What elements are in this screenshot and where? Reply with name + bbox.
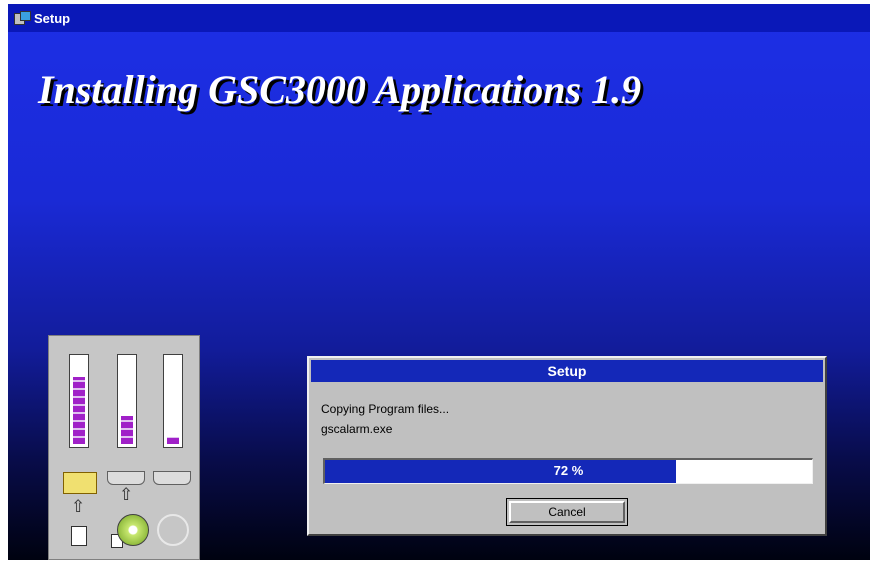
disk-meter-1: [69, 354, 89, 448]
dialog-title: Setup: [311, 360, 823, 382]
setup-app-icon: [14, 11, 31, 25]
current-file: gscalarm.exe: [321, 422, 393, 436]
drive-slot-icon: [153, 471, 191, 485]
disk-space-meters-panel: ⇧ ⇧: [48, 335, 200, 560]
folder-icon: [63, 472, 97, 494]
setup-window: Setup Installing GSC3000 Applications 1.…: [8, 4, 870, 560]
window-title: Setup: [34, 10, 71, 26]
faded-disc-icon: [157, 514, 189, 546]
cancel-button[interactable]: Cancel: [506, 498, 628, 526]
setup-progress-dialog: Setup Copying Program files... gscalarm.…: [307, 356, 827, 536]
disk-meter-2: [117, 354, 137, 448]
disk-meter-1-fill: [73, 376, 85, 444]
disk-meter-3-fill: [167, 437, 179, 444]
cd-disc-icon: [117, 514, 149, 546]
progress-bar: 72 %: [323, 458, 813, 484]
document-icon: [71, 526, 87, 546]
disk-meter-2-fill: [121, 415, 133, 444]
install-banner-title: Installing GSC3000 Applications 1.9: [38, 67, 642, 112]
cancel-button-label: Cancel: [509, 501, 625, 523]
up-arrow-icon: ⇧: [71, 497, 86, 516]
progress-percent-text: 72 %: [553, 463, 584, 478]
up-arrow-icon: ⇧: [119, 485, 134, 504]
disk-meter-3: [163, 354, 183, 448]
status-line: Copying Program files...: [321, 402, 450, 416]
title-bar[interactable]: Setup: [8, 4, 870, 32]
drive-slot-icon: [107, 471, 145, 485]
